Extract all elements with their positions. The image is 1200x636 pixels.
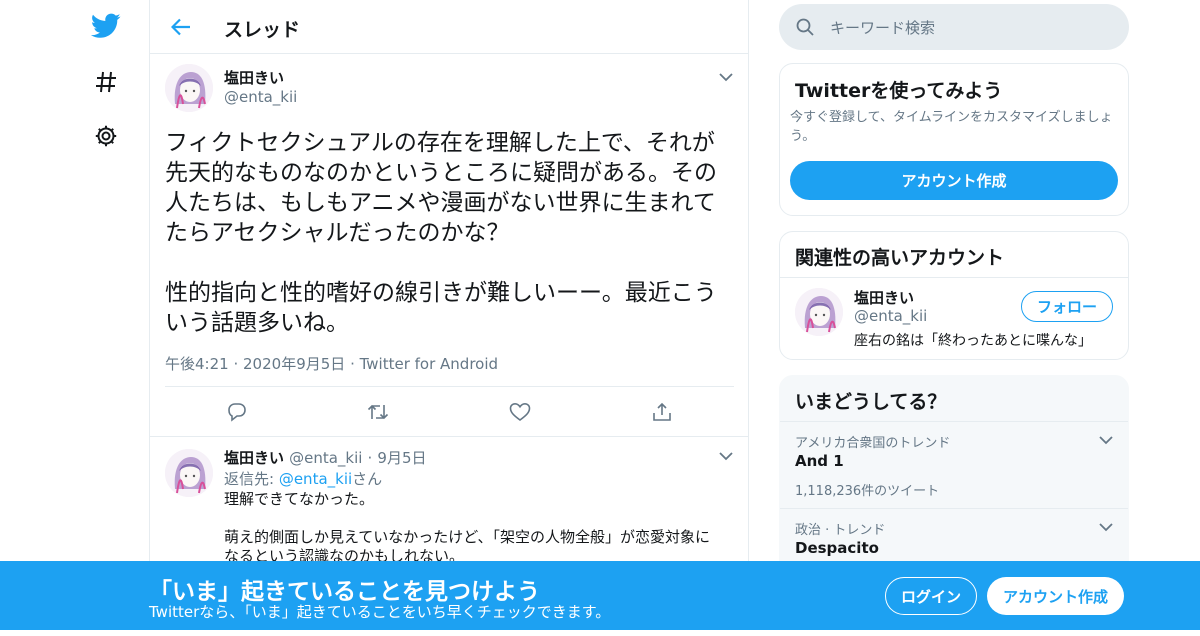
banner-subtitle: Twitterなら、「いま」起きていることをいち早くチェックできます。 bbox=[149, 603, 611, 621]
twitter-bird-icon[interactable] bbox=[86, 6, 126, 46]
card-title: いまどうしてる？ bbox=[795, 391, 947, 413]
search-input[interactable]: キーワード検索 bbox=[830, 17, 935, 38]
card-title: Twitterを使ってみよう bbox=[795, 80, 1003, 102]
card-title: 関連性の高いアカウント bbox=[795, 247, 1005, 269]
tweet-meta: 午後4:21 · 2020年9月5日 · Twitter for Android bbox=[165, 353, 498, 374]
divider bbox=[780, 508, 1128, 509]
avatar[interactable] bbox=[165, 449, 213, 497]
author-handle[interactable]: @enta_kii bbox=[289, 449, 362, 467]
follow-button[interactable]: フォロー bbox=[1021, 291, 1113, 322]
back-arrow-icon[interactable] bbox=[166, 12, 196, 42]
tweet-source[interactable]: Twitter for Android bbox=[360, 355, 498, 373]
reply-header: 塩田きい @enta_kii · 9月5日 bbox=[224, 447, 427, 468]
avatar[interactable] bbox=[165, 64, 213, 112]
signup-card: Twitterを使ってみよう 今すぐ登録して、タイムラインをカスタマイズしましょ… bbox=[779, 63, 1129, 216]
thread-header: スレッド bbox=[150, 0, 748, 54]
tweet-date[interactable]: 9月5日 bbox=[377, 449, 426, 467]
tweet-time[interactable]: 午後4:21 bbox=[165, 355, 229, 373]
author-name[interactable]: 塩田きい bbox=[224, 67, 284, 88]
gear-icon[interactable] bbox=[86, 116, 126, 156]
chevron-down-icon[interactable] bbox=[1097, 518, 1115, 536]
reply-to-suffix: さん bbox=[352, 470, 383, 488]
reply-to-handle[interactable]: @enta_kii bbox=[279, 470, 352, 488]
divider bbox=[780, 421, 1128, 422]
trends-card: いまどうしてる？ アメリカ合衆国のトレンド And 1 1,118,236件のツ… bbox=[779, 375, 1129, 575]
reply-to-prefix: 返信先: bbox=[224, 470, 279, 488]
signup-button[interactable]: アカウント作成 bbox=[987, 577, 1124, 615]
divider bbox=[780, 277, 1128, 278]
account-bio: 座右の銘は「終わったあとに喋んな」 bbox=[854, 333, 1092, 349]
thread-column: スレッド 塩田きい @enta_kii フィクトセクシュアルの存在を理解した上で… bbox=[149, 0, 749, 630]
divider bbox=[165, 386, 734, 387]
separator-dot: · bbox=[350, 355, 360, 373]
chevron-down-icon[interactable] bbox=[1097, 431, 1115, 449]
reply-icon[interactable] bbox=[225, 400, 249, 424]
trend-name[interactable]: Despacito bbox=[795, 539, 879, 557]
tweet-text: フィクトセクシュアルの存在を理解した上で、それが先天的なものなのかというところに… bbox=[165, 130, 717, 336]
create-account-button[interactable]: アカウント作成 bbox=[790, 161, 1118, 200]
tweet-date[interactable]: 2020年9月5日 bbox=[243, 355, 345, 373]
trend-name[interactable]: And 1 bbox=[795, 452, 844, 470]
search-bar[interactable]: キーワード検索 bbox=[779, 4, 1129, 50]
trend-count: 1,118,236件のツイート bbox=[795, 484, 940, 499]
reply-text: 理解できてなかった。 萌え的側面しか見えていなかったけど、「架空の人物全般」が恋… bbox=[224, 490, 711, 565]
related-accounts-card: 関連性の高いアカウント 塩田きい @enta_kii フォロー 座右の銘は「終わ… bbox=[779, 231, 1129, 360]
separator-dot: · bbox=[367, 449, 373, 467]
chevron-down-icon[interactable] bbox=[717, 68, 735, 86]
reply-to-line: 返信先: @enta_kiiさん bbox=[224, 468, 382, 489]
hashtag-icon[interactable] bbox=[86, 62, 126, 102]
card-subtitle: 今すぐ登録して、タイムラインをカスタマイズしましょう。 bbox=[790, 110, 1113, 144]
chevron-down-icon[interactable] bbox=[717, 447, 735, 465]
signup-banner: 「いま」起きていることを見つけよう Twitterなら、「いま」起きていることを… bbox=[0, 561, 1200, 630]
trend-context: アメリカ合衆国のトレンド bbox=[795, 436, 951, 451]
search-icon bbox=[795, 17, 815, 41]
retweet-icon[interactable] bbox=[366, 400, 390, 424]
separator-dot: · bbox=[233, 355, 244, 373]
account-handle[interactable]: @enta_kii bbox=[854, 307, 927, 325]
trend-context: 政治 · トレンド bbox=[795, 523, 886, 538]
login-button[interactable]: ログイン bbox=[885, 577, 977, 615]
author-name[interactable]: 塩田きい bbox=[224, 449, 284, 467]
avatar[interactable] bbox=[795, 288, 843, 336]
account-name[interactable]: 塩田きい bbox=[854, 287, 914, 308]
author-handle[interactable]: @enta_kii bbox=[224, 88, 297, 106]
like-icon[interactable] bbox=[508, 400, 532, 424]
page-title: スレッド bbox=[224, 19, 301, 41]
share-icon[interactable] bbox=[650, 400, 674, 424]
